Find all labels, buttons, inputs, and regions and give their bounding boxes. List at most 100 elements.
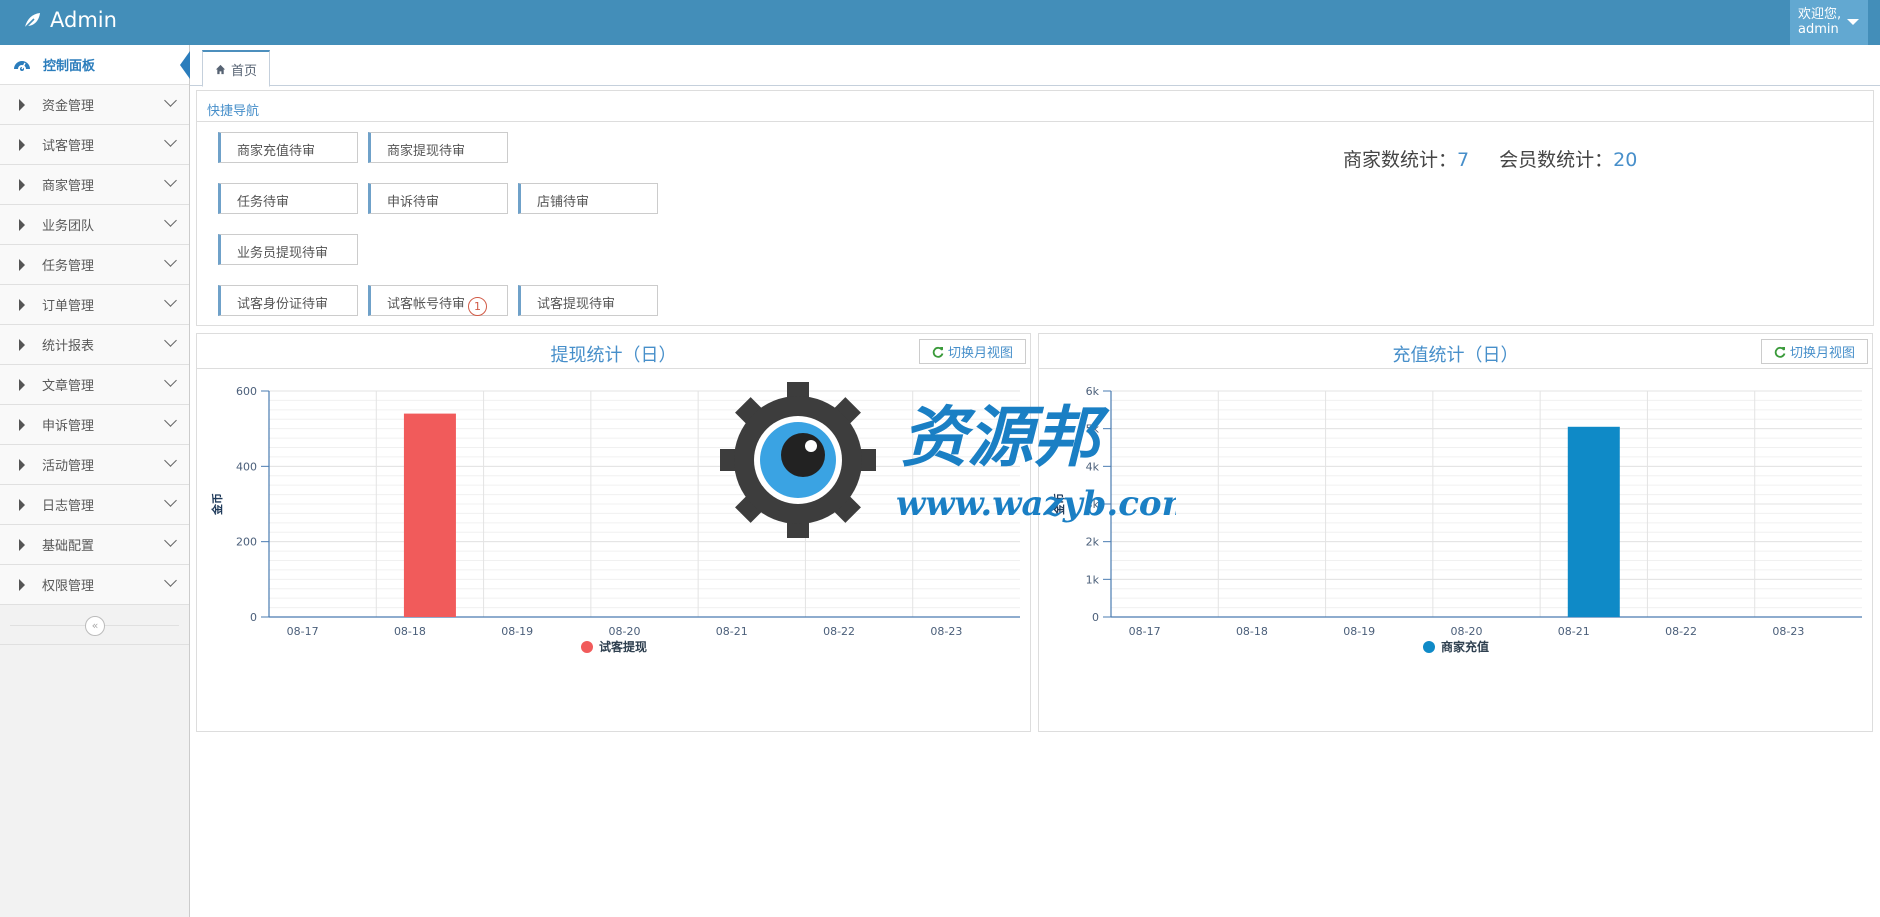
brand-label: Admin (50, 8, 117, 32)
sidebar: 控制面板 资金管理 试客管理 商家管理 业务团队 任务管理 订单管理 统计报表 … (0, 45, 190, 917)
button-label: 试客提现待审 (537, 297, 616, 312)
x-tick-label: 08-17 (1129, 625, 1161, 638)
x-tick-label: 08-19 (1343, 625, 1375, 638)
caret-right-icon (19, 379, 25, 391)
button-label: 任务待审 (237, 195, 290, 210)
refresh-icon (1774, 346, 1786, 358)
x-tick-label: 08-17 (287, 625, 319, 638)
merchant-withdraw-review-button[interactable]: 商家提现待审 (368, 132, 508, 163)
quick-nav-title: 快捷导航 (197, 91, 1873, 122)
quick-nav-panel: 快捷导航 商家充值待审 商家提现待审 任务待审 申诉待审 店铺待审 业务员提现待… (196, 90, 1874, 326)
chevron-down-icon (164, 214, 177, 227)
sidebar-item-label: 文章管理 (42, 379, 95, 394)
y-tick-label: 600 (236, 385, 257, 398)
merchant-count-label: 商家数统计： (1343, 149, 1458, 171)
x-tick-label: 08-22 (1665, 625, 1697, 638)
merchant-recharge-review-button[interactable]: 商家充值待审 (218, 132, 358, 163)
tab-label: 首页 (230, 63, 257, 79)
chevron-down-icon (164, 94, 177, 107)
staff-withdraw-review-button[interactable]: 业务员提现待审 (218, 234, 358, 265)
sidebar-collapse-bar: « (0, 605, 189, 645)
tester-id-review-button[interactable]: 试客身份证待审 (218, 285, 358, 316)
legend-swatch (1423, 641, 1435, 653)
sidebar-item-appeals[interactable]: 申诉管理 (0, 405, 189, 445)
sidebar-item-permissions[interactable]: 权限管理 (0, 565, 189, 605)
x-tick-label: 08-21 (1558, 625, 1590, 638)
button-label: 业务员提现待审 (237, 246, 329, 261)
sidebar-item-dashboard[interactable]: 控制面板 (0, 45, 190, 85)
chevron-down-icon (164, 454, 177, 467)
caret-right-icon (19, 219, 25, 231)
x-tick-label: 08-20 (609, 625, 641, 638)
button-label: 切换月视图 (1789, 346, 1855, 361)
refresh-icon (932, 346, 944, 358)
user-menu[interactable]: 欢迎您, admin (1790, 0, 1868, 45)
sidebar-item-label: 活动管理 (42, 459, 95, 474)
brand[interactable]: Admin (22, 8, 117, 32)
button-label: 商家提现待审 (387, 144, 466, 159)
legend-label: 商家充值 (1441, 639, 1489, 654)
chart-header: 充值统计（日） 切换月视图 (1039, 334, 1872, 369)
watermark: 资源邦 www.wazyb.com (720, 382, 1176, 538)
chevron-down-icon (164, 134, 177, 147)
y-tick-label: 200 (236, 536, 257, 549)
tab-home[interactable]: 首页 (202, 50, 270, 87)
tester-account-review-button[interactable]: 试客帐号待审 1 (368, 285, 508, 316)
sidebar-item-label: 基础配置 (42, 539, 95, 554)
sidebar-item-reports[interactable]: 统计报表 (0, 325, 189, 365)
sidebar-item-label: 申诉管理 (42, 419, 95, 434)
sidebar-item-config[interactable]: 基础配置 (0, 525, 189, 565)
sidebar-item-label: 订单管理 (42, 299, 95, 314)
bar (1567, 426, 1620, 617)
caret-right-icon (19, 179, 25, 191)
shop-review-button[interactable]: 店铺待审 (518, 183, 658, 214)
caret-right-icon (19, 419, 25, 431)
caret-down-icon (1847, 19, 1859, 25)
button-label: 商家充值待审 (237, 144, 316, 159)
sidebar-item-label: 控制面板 (43, 59, 96, 74)
member-count: 20 (1613, 149, 1638, 171)
sidebar-item-tasks[interactable]: 任务管理 (0, 245, 189, 285)
sidebar-item-activities[interactable]: 活动管理 (0, 445, 189, 485)
legend-label: 试客提现 (599, 639, 647, 654)
x-tick-label: 08-23 (1772, 625, 1804, 638)
caret-right-icon (19, 579, 25, 591)
sidebar-item-merchants[interactable]: 商家管理 (0, 165, 189, 205)
sidebar-item-logs[interactable]: 日志管理 (0, 485, 189, 525)
collapse-sidebar-button[interactable]: « (85, 616, 105, 636)
x-tick-label: 08-19 (501, 625, 533, 638)
chevron-down-icon (164, 414, 177, 427)
sidebar-item-funds[interactable]: 资金管理 (0, 85, 189, 125)
chevron-down-icon (164, 334, 177, 347)
sidebar-item-articles[interactable]: 文章管理 (0, 365, 189, 405)
sidebar-item-label: 统计报表 (42, 339, 95, 354)
tab-bar: 首页 (190, 45, 1880, 87)
sidebar-item-label: 业务团队 (42, 219, 95, 234)
chevron-down-icon (164, 494, 177, 507)
gear-logo-icon (720, 382, 876, 538)
tachometer-icon (14, 61, 30, 71)
chart-title: 提现统计（日） (550, 345, 677, 366)
caret-right-icon (19, 539, 25, 551)
sidebar-item-label: 试客管理 (42, 139, 95, 154)
y-tick-label: 0 (250, 611, 257, 624)
task-review-button[interactable]: 任务待审 (218, 183, 358, 214)
count-stats: 商家数统计：7 会员数统计：20 (1343, 145, 1637, 172)
chevron-down-icon (164, 374, 177, 387)
leaf-icon (23, 13, 40, 30)
sidebar-item-team[interactable]: 业务团队 (0, 205, 189, 245)
x-tick-label: 08-18 (1236, 625, 1268, 638)
watermark-url: www.wazyb.com (896, 484, 1176, 524)
switch-month-view-button[interactable]: 切换月视图 (919, 339, 1026, 364)
x-tick-label: 08-20 (1451, 625, 1483, 638)
appeal-review-button[interactable]: 申诉待审 (368, 183, 508, 214)
watermark-title: 资源邦 (901, 398, 1110, 476)
x-tick-label: 08-22 (823, 625, 855, 638)
y-axis-label: 金币 (210, 493, 224, 516)
tester-withdraw-review-button[interactable]: 试客提现待审 (518, 285, 658, 316)
chart-title: 充值统计（日） (1392, 345, 1519, 366)
sidebar-item-orders[interactable]: 订单管理 (0, 285, 189, 325)
sidebar-item-testers[interactable]: 试客管理 (0, 125, 189, 165)
switch-month-view-button[interactable]: 切换月视图 (1761, 339, 1868, 364)
chart-header: 提现统计（日） 切换月视图 (197, 334, 1030, 369)
